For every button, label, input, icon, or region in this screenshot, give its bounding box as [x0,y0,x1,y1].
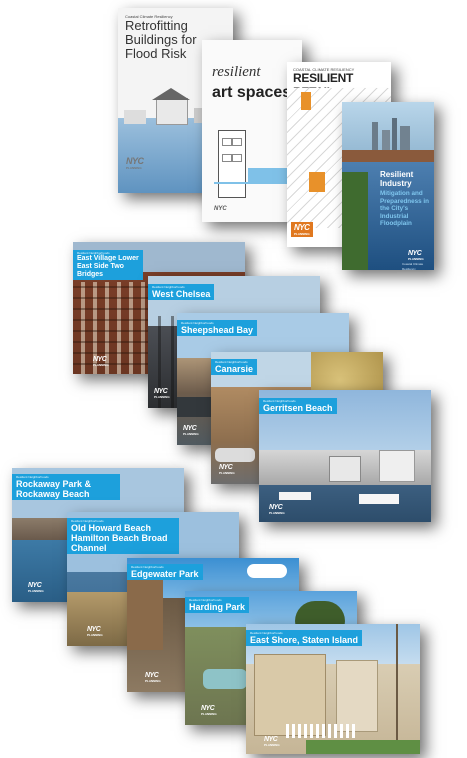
nyc-planning-logo: NYC PLANNING [28,582,44,593]
nyc-planning-logo: NYC PLANNING [264,736,280,747]
building-sketch [214,130,294,200]
nyc-planning-logo: NYC PLANNING [291,222,313,237]
nyc-planning-logo: NYC PLANNING [219,464,235,475]
cover-caption: Resilient Neighborhoods Rockaway Park & … [12,474,120,500]
cover-word-art-spaces: art spaces [212,84,292,101]
cover-word-resilient: resilient [212,64,261,80]
nyc-logo: NYC [214,206,227,212]
cover-caption: Resilient Neighborhoods Old Howard Beach… [67,518,179,554]
cover-title: Resilient Industry [380,170,414,188]
cover-caption: Resilient Neighborhoods Harding Park [185,597,250,613]
nyc-planning-logo: NYC PLANNING [93,356,109,367]
cover-east-shore-staten-island[interactable]: Resilient Neighborhoods East Shore, Stat… [246,624,420,754]
cover-resilient-industry[interactable]: Resilient Industry Mitigation and Prepar… [342,102,434,270]
nyc-planning-logo: NYC PLANNING [408,250,424,261]
cover-gerritsen-beach[interactable]: Resilient Neighborhoods Gerritsen Beach … [259,390,431,522]
nyc-planning-logo: NYC PLANNING [269,504,285,515]
cover-caption: Resilient Neighborhoods East Village Low… [73,250,143,280]
cover-caption: Resilient Neighborhoods Canarsie [211,359,258,375]
cover-footer: Coastal Climate Resiliency [402,262,424,270]
nyc-planning-logo: NYC PLANNING [154,388,170,399]
cover-caption: Resilient Neighborhoods Gerritsen Beach [259,398,337,414]
nyc-planning-logo: NYC PLANNING [126,156,144,170]
cover-caption: Resilient Neighborhoods East Shore, Stat… [246,630,363,646]
cover-subtitle: Mitigation and Preparedness in the City'… [380,190,429,227]
cover-caption: Resilient Neighborhoods West Chelsea [148,284,215,300]
nyc-planning-logo: NYC PLANNING [201,705,217,716]
nyc-planning-logo: NYC PLANNING [183,425,199,436]
nyc-planning-logo: NYC PLANNING [145,672,161,683]
cover-caption: Resilient Neighborhoods Edgewater Park [127,564,203,580]
cover-caption: Resilient Neighborhoods Sheepshead Bay [177,320,258,336]
nyc-planning-logo: NYC PLANNING [87,626,103,637]
